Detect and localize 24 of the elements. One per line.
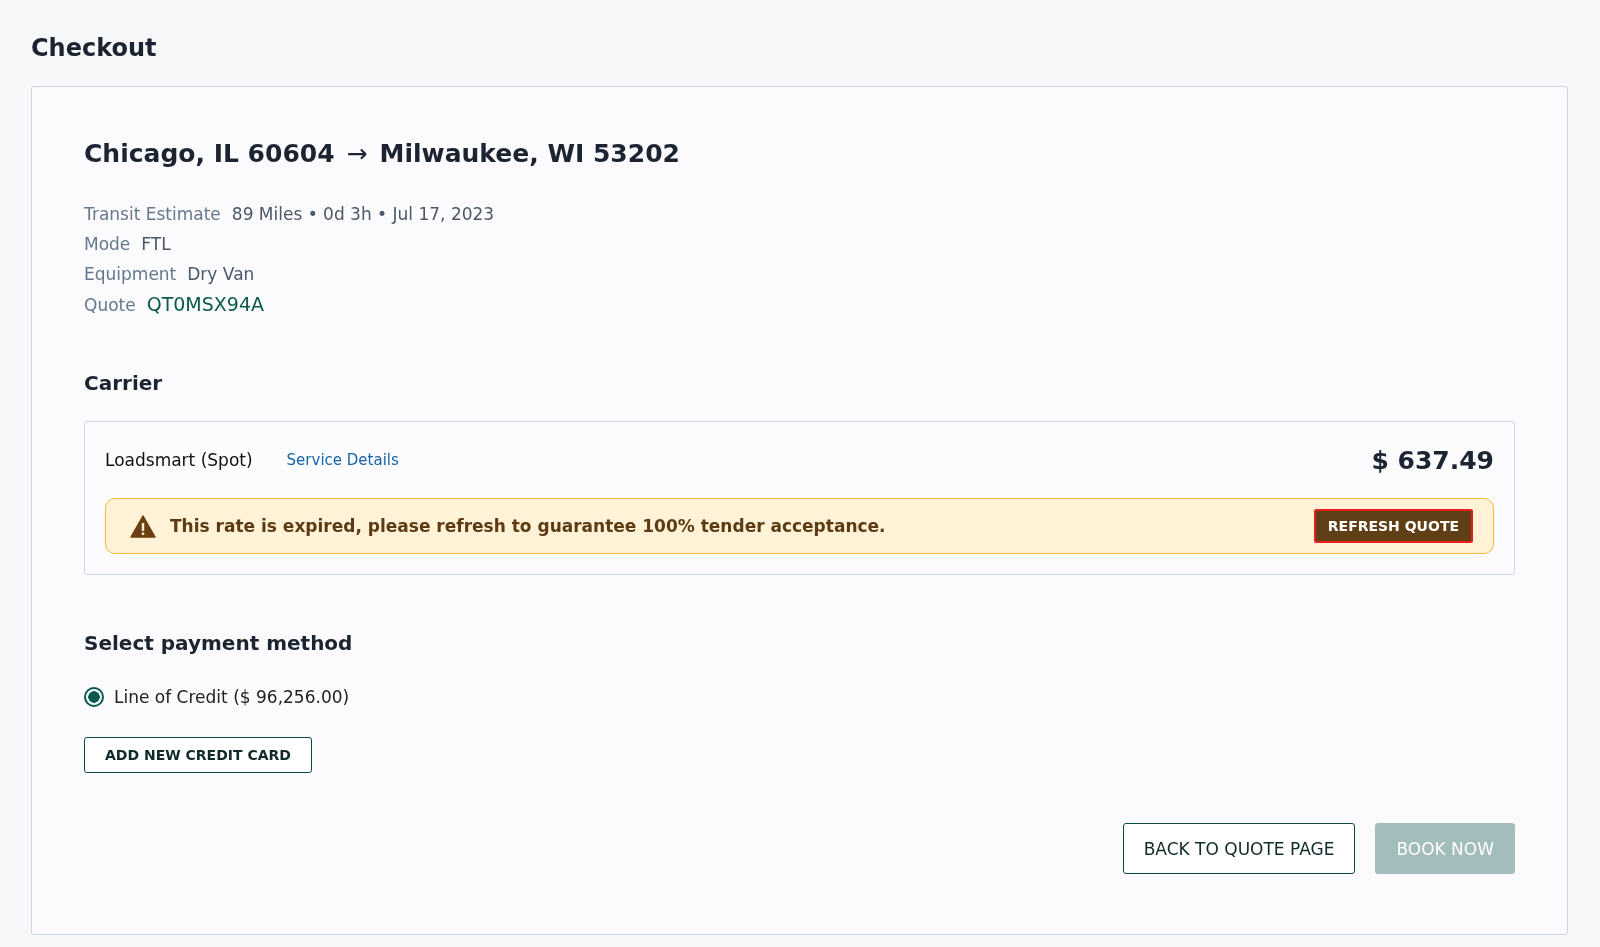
add-credit-card-button[interactable]: ADD NEW CREDIT CARD <box>84 737 312 773</box>
warning-icon <box>130 514 156 538</box>
route-arrow: → <box>346 138 368 170</box>
quote-id: QT0MSX94A <box>146 293 264 316</box>
section-heading: Select payment method <box>84 630 354 657</box>
detail-label: Mode <box>84 233 131 256</box>
page-title: Checkout <box>31 33 158 64</box>
carrier-name: Loadsmart (Spot) <box>105 450 253 470</box>
origin-city: Chicago, IL 60604 <box>84 138 335 170</box>
detail-value: Dry Van <box>187 263 255 286</box>
radio-button[interactable] <box>84 687 104 707</box>
section-heading: Carrier <box>84 370 164 397</box>
payment-option-label[interactable]: Line of Credit ($ 96,256.00) <box>114 687 350 707</box>
back-button[interactable]: BACK TO QUOTE PAGE <box>1122 823 1356 874</box>
price: $ 637.49 <box>1371 445 1494 475</box>
refresh-quote-button[interactable]: REFRESH QUOTE <box>1313 509 1473 543</box>
detail-value: FTL <box>141 233 171 256</box>
service-details-link[interactable]: Service Details <box>286 451 399 469</box>
detail-label: Transit Estimate <box>84 203 221 226</box>
detail-label: Equipment <box>84 263 177 286</box>
destination-city: Milwaukee, WI 53202 <box>379 138 680 170</box>
warning-message: This rate is expired, please refresh to guarantee 100% tender acceptance. <box>170 516 887 536</box>
detail-value: 89 Miles • 0d 3h • Jul 17, 2023 <box>231 203 495 226</box>
detail-label: Quote <box>84 294 136 317</box>
